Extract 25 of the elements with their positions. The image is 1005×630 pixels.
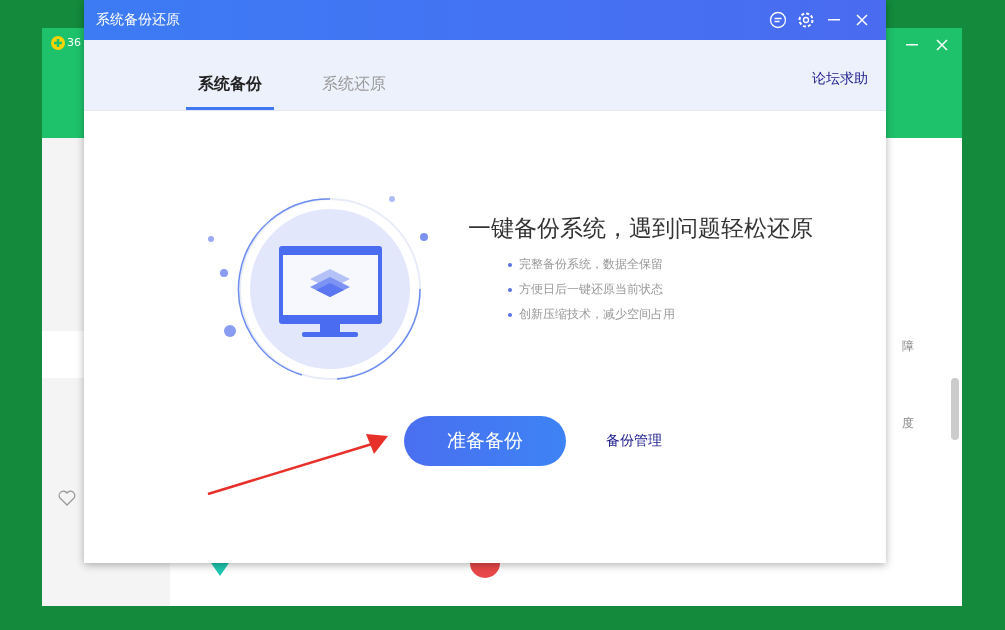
feature-text: 完整备份系统，数据全保留	[519, 256, 663, 273]
partial-text: 度	[902, 415, 915, 432]
close-icon	[936, 39, 948, 51]
backup-manage-link[interactable]: 备份管理	[606, 432, 662, 450]
bullet-icon	[508, 262, 512, 267]
bullet-icon	[508, 287, 512, 292]
window-title: 系统备份还原	[96, 11, 180, 29]
app-logo-icon	[51, 36, 65, 50]
start-backup-button[interactable]: 准备备份	[404, 416, 566, 466]
headline: 一键备份系统，遇到问题轻松还原	[468, 214, 813, 243]
minimize-icon	[828, 19, 840, 21]
feedback-icon[interactable]	[768, 11, 788, 29]
tab[interactable]: 系统备份	[186, 74, 274, 110]
app-icon	[470, 563, 500, 578]
scrollbar-thumb[interactable]	[951, 378, 959, 440]
close-icon	[856, 14, 868, 26]
feature-text: 创新压缩技术，减少空间占用	[519, 306, 675, 323]
feature-text: 方便日后一键还原当前状态	[519, 281, 663, 298]
settings-icon[interactable]	[796, 11, 816, 29]
partial-text: 障	[902, 338, 915, 355]
minimize-icon	[906, 44, 918, 46]
heart-icon[interactable]	[58, 490, 76, 506]
help-link[interactable]: 论坛求助	[812, 70, 868, 88]
app-title: 36	[67, 36, 81, 50]
bullet-icon	[508, 312, 512, 317]
